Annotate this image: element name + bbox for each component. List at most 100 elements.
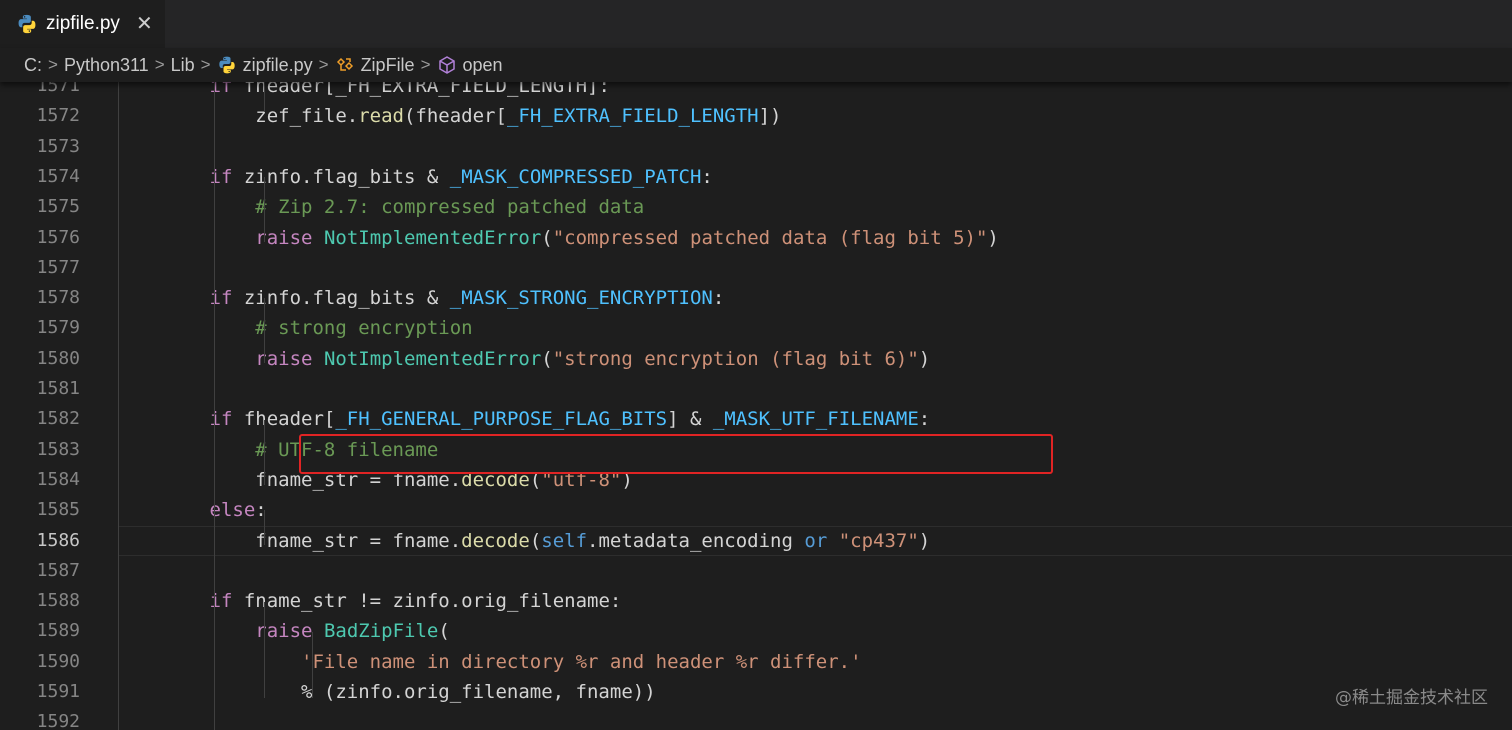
line-number: 1575 xyxy=(36,196,80,218)
code-text: if fheader[_FH_EXTRA_FIELD_LENGTH]: xyxy=(118,82,610,101)
line-number: 1577 xyxy=(36,256,80,278)
breadcrumb-folder-lib[interactable]: Lib xyxy=(171,55,195,76)
code-line[interactable]: 1589 raise BadZipFile( xyxy=(0,616,1512,646)
chevron-right-icon: > xyxy=(420,55,431,74)
code-line[interactable]: 1571 if fheader[_FH_EXTRA_FIELD_LENGTH]: xyxy=(0,82,1512,101)
code-line[interactable]: 1581 xyxy=(0,374,1512,404)
code-line[interactable]: 1579 # strong encryption xyxy=(0,313,1512,343)
code-text: if fname_str != zinfo.orig_filename: xyxy=(118,586,622,616)
code-line[interactable]: 1580 raise NotImplementedError("strong e… xyxy=(0,344,1512,374)
code-token: ( xyxy=(529,468,542,491)
code-line[interactable]: 1577 xyxy=(0,253,1512,283)
code-token: _FH_EXTRA_FIELD_LENGTH xyxy=(506,105,759,128)
breadcrumb-file[interactable]: zipfile.py xyxy=(217,55,313,76)
code-token: "cp437" xyxy=(838,529,919,552)
line-number: 1580 xyxy=(36,347,80,369)
code-token: fname_str = fname. xyxy=(118,468,462,491)
tab-zipfile[interactable]: zipfile.py ✕ xyxy=(0,0,165,48)
code-token: zef_file. xyxy=(118,105,359,128)
code-line[interactable]: 1584 fname_str = fname.decode("utf-8") xyxy=(0,465,1512,495)
line-number: 1574 xyxy=(36,165,80,187)
code-token: : xyxy=(918,408,931,431)
code-token: _MASK_STRONG_ENCRYPTION xyxy=(449,287,713,310)
indent-guide xyxy=(118,82,119,730)
line-number: 1573 xyxy=(36,135,80,157)
code-token: decode xyxy=(461,468,530,491)
line-number: 1571 xyxy=(36,82,80,96)
chevron-right-icon: > xyxy=(318,55,329,74)
line-number: 1584 xyxy=(36,468,80,490)
code-line[interactable]: 1586 fname_str = fname.decode(self.metad… xyxy=(0,525,1512,556)
code-line[interactable]: 1587 xyxy=(0,556,1512,586)
code-token: if xyxy=(209,82,233,97)
code-line[interactable]: 1588 if fname_str != zinfo.orig_filename… xyxy=(0,586,1512,616)
code-token: % (zinfo.orig_filename, fname)) xyxy=(118,681,656,703)
breadcrumb-method[interactable]: open xyxy=(437,55,503,76)
breadcrumb-class[interactable]: ZipFile xyxy=(335,55,415,76)
code-text: zef_file.read(fheader[_FH_EXTRA_FIELD_LE… xyxy=(118,101,782,131)
line-number: 1579 xyxy=(36,317,80,339)
code-token: if xyxy=(209,590,233,613)
line-number: 1586 xyxy=(36,529,80,551)
code-token: fname_str != zinfo.orig_filename: xyxy=(232,590,622,613)
line-number: 1590 xyxy=(36,650,80,672)
code-token: ( xyxy=(529,529,542,552)
code-text: if zinfo.flag_bits & _MASK_STRONG_ENCRYP… xyxy=(118,283,725,313)
code-editor[interactable]: 1571 if fheader[_FH_EXTRA_FIELD_LENGTH]:… xyxy=(0,82,1512,730)
code-token: fheader[_FH_EXTRA_FIELD_LENGTH]: xyxy=(232,82,610,97)
line-number: 1592 xyxy=(36,711,80,730)
line-number: 1572 xyxy=(36,105,80,127)
code-token: fname_str = fname. xyxy=(118,529,462,552)
indent-guide xyxy=(264,82,265,112)
code-token: else xyxy=(209,499,256,522)
code-line[interactable]: 1573 xyxy=(0,132,1512,162)
code-line[interactable]: 1582 if fheader[_FH_GENERAL_PURPOSE_FLAG… xyxy=(0,404,1512,434)
code-token: : xyxy=(712,287,725,310)
code-line[interactable]: 1576 raise NotImplementedError("compress… xyxy=(0,223,1512,253)
breadcrumb-drive-label: C: xyxy=(24,54,42,75)
watermark: @稀土掘金技术社区 xyxy=(1335,688,1488,708)
code-token: ) xyxy=(621,468,633,491)
method-cube-icon xyxy=(438,56,455,74)
code-token: ] & xyxy=(667,408,713,431)
class-symbol-icon xyxy=(336,57,353,71)
chevron-right-icon: > xyxy=(154,55,165,74)
code-token: : xyxy=(255,499,267,522)
line-number: 1588 xyxy=(36,590,80,612)
code-line[interactable]: 1585 else: xyxy=(0,495,1512,525)
code-line[interactable]: 1590 'File name in directory %r and head… xyxy=(0,647,1512,677)
code-token: ) xyxy=(918,347,931,370)
breadcrumb-file-label: zipfile.py xyxy=(242,54,313,75)
code-line[interactable]: 1583 # UTF-8 filename xyxy=(0,435,1512,465)
code-text: fname_str = fname.decode("utf-8") xyxy=(118,465,633,495)
code-token: ]) xyxy=(758,105,782,128)
code-line[interactable]: 1578 if zinfo.flag_bits & _MASK_STRONG_E… xyxy=(0,283,1512,313)
code-token: or xyxy=(804,529,828,552)
code-line[interactable]: 1574 if zinfo.flag_bits & _MASK_COMPRESS… xyxy=(0,162,1512,192)
code-line[interactable]: 1572 zef_file.read(fheader[_FH_EXTRA_FIE… xyxy=(0,101,1512,131)
code-text: raise NotImplementedError("strong encryp… xyxy=(118,344,930,374)
code-text: 'File name in directory %r and header %r… xyxy=(118,647,862,677)
close-icon[interactable]: ✕ xyxy=(136,12,153,36)
code-token: "utf-8" xyxy=(541,468,622,491)
code-line[interactable]: 1591 % (zinfo.orig_filename, fname)) xyxy=(0,677,1512,707)
code-token: # Zip 2.7: compressed patched data xyxy=(255,196,645,219)
code-line[interactable]: 1592 xyxy=(0,707,1512,730)
code-token: NotImplementedError xyxy=(323,226,542,249)
breadcrumb-method-label: open xyxy=(462,54,503,75)
code-token: (fheader[ xyxy=(403,105,507,128)
breadcrumb-folder-python311[interactable]: Python311 xyxy=(64,55,149,76)
code-text: fname_str = fname.decode(self.metadata_e… xyxy=(118,526,930,556)
code-line[interactable]: 1575 # Zip 2.7: compressed patched data xyxy=(0,192,1512,222)
breadcrumb-drive[interactable]: C: xyxy=(24,55,42,76)
code-token: .metadata_encoding xyxy=(587,529,805,552)
indent-guide xyxy=(264,420,265,485)
indent-guide xyxy=(264,177,265,242)
code-token: read xyxy=(358,105,404,128)
